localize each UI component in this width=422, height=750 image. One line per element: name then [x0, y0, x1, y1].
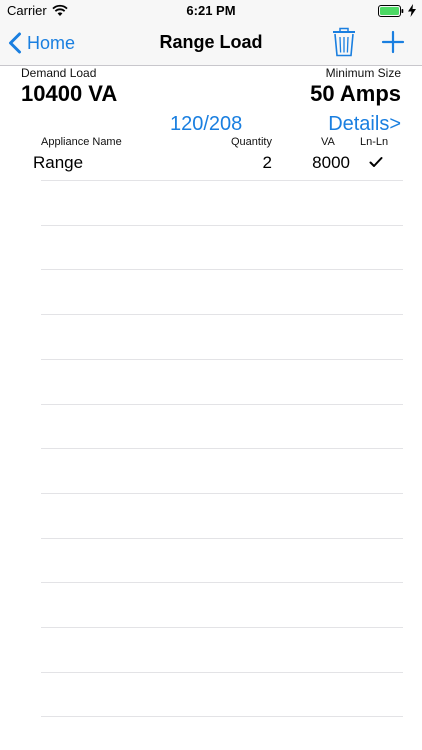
row-separator	[41, 672, 403, 673]
column-header-va: VA	[321, 136, 335, 148]
column-header-appliance-name: Appliance Name	[41, 136, 122, 148]
details-link[interactable]: Details>	[328, 113, 401, 136]
row-separator	[41, 180, 403, 181]
row-separator	[41, 716, 403, 717]
demand-load-value: 10400 VA	[21, 81, 118, 106]
row-separator	[41, 582, 403, 583]
row-quantity: 2	[262, 153, 272, 172]
demand-load-label: Demand Load	[21, 66, 97, 80]
minimum-size-value: 50 Amps	[310, 81, 401, 106]
row-separator	[41, 269, 403, 270]
column-header-quantity: Quantity	[231, 136, 272, 148]
add-icon[interactable]	[381, 30, 405, 54]
row-separator	[41, 627, 403, 628]
voltage-selector[interactable]: 120/208	[170, 113, 242, 136]
screen: Carrier 6:21 PM Home Range Load Demand L…	[0, 0, 422, 750]
navigation-bar: Home Range Load	[0, 22, 422, 66]
row-separator	[41, 404, 403, 405]
row-separator	[41, 314, 403, 315]
row-appliance-name: Range	[33, 153, 84, 172]
row-separator	[41, 359, 403, 360]
column-header-ln-ln: Ln-Ln	[360, 136, 389, 148]
status-time: 6:21 PM	[186, 3, 236, 18]
minimum-size-label: Minimum Size	[325, 66, 401, 80]
trash-icon[interactable]	[332, 27, 356, 57]
row-separator	[41, 493, 403, 494]
row-va: 8000	[312, 153, 350, 172]
row-separator	[41, 538, 403, 539]
row-separator	[41, 225, 403, 226]
status-bar: Carrier 6:21 PM	[0, 0, 422, 22]
battery-icon	[378, 5, 404, 17]
charging-bolt-icon	[408, 4, 416, 17]
page-title: Range Load	[159, 32, 263, 52]
row-separator	[41, 448, 403, 449]
checkmark-icon	[369, 157, 383, 167]
